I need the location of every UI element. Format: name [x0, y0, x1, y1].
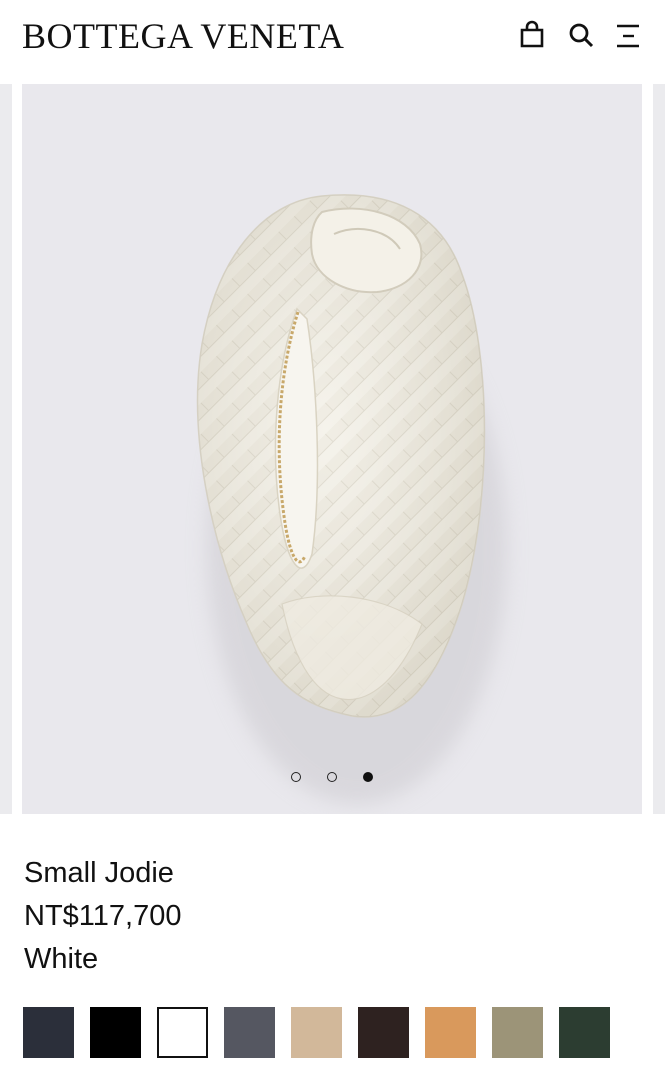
- carousel-dot-3-active[interactable]: [363, 772, 373, 782]
- menu-icon[interactable]: [612, 20, 642, 50]
- product-image-carousel[interactable]: [0, 84, 665, 814]
- next-slide-peek[interactable]: [653, 84, 665, 814]
- product-name: Small Jodie: [24, 857, 174, 889]
- color-swatch-3[interactable]: [157, 1007, 208, 1058]
- carousel-pagination: [22, 772, 642, 792]
- color-swatch-9[interactable]: [559, 1007, 610, 1058]
- product-image[interactable]: [22, 84, 642, 814]
- color-swatch-1[interactable]: [23, 1007, 74, 1058]
- carousel-dot-2[interactable]: [327, 772, 337, 782]
- previous-slide-peek[interactable]: [0, 84, 12, 814]
- product-color: White: [24, 943, 99, 975]
- product-price: NT$117,700: [24, 900, 182, 932]
- color-swatch-list: [23, 1007, 610, 1059]
- color-swatch-8[interactable]: [492, 1007, 543, 1058]
- color-swatch-6[interactable]: [358, 1007, 409, 1058]
- shopping-bag-icon[interactable]: [517, 20, 547, 50]
- carousel-dot-1[interactable]: [291, 772, 301, 782]
- product-info: Small Jodie NT$117,700 White: [24, 852, 181, 981]
- color-swatch-4[interactable]: [224, 1007, 275, 1058]
- color-swatch-7[interactable]: [425, 1007, 476, 1058]
- color-swatch-5[interactable]: [291, 1007, 342, 1058]
- woven-bag-illustration: [196, 194, 507, 804]
- color-swatch-2[interactable]: [90, 1007, 141, 1058]
- site-header: BOTTEGA VENETA: [0, 0, 665, 78]
- brand-logo[interactable]: BOTTEGA VENETA: [22, 14, 344, 58]
- search-icon[interactable]: [566, 20, 596, 50]
